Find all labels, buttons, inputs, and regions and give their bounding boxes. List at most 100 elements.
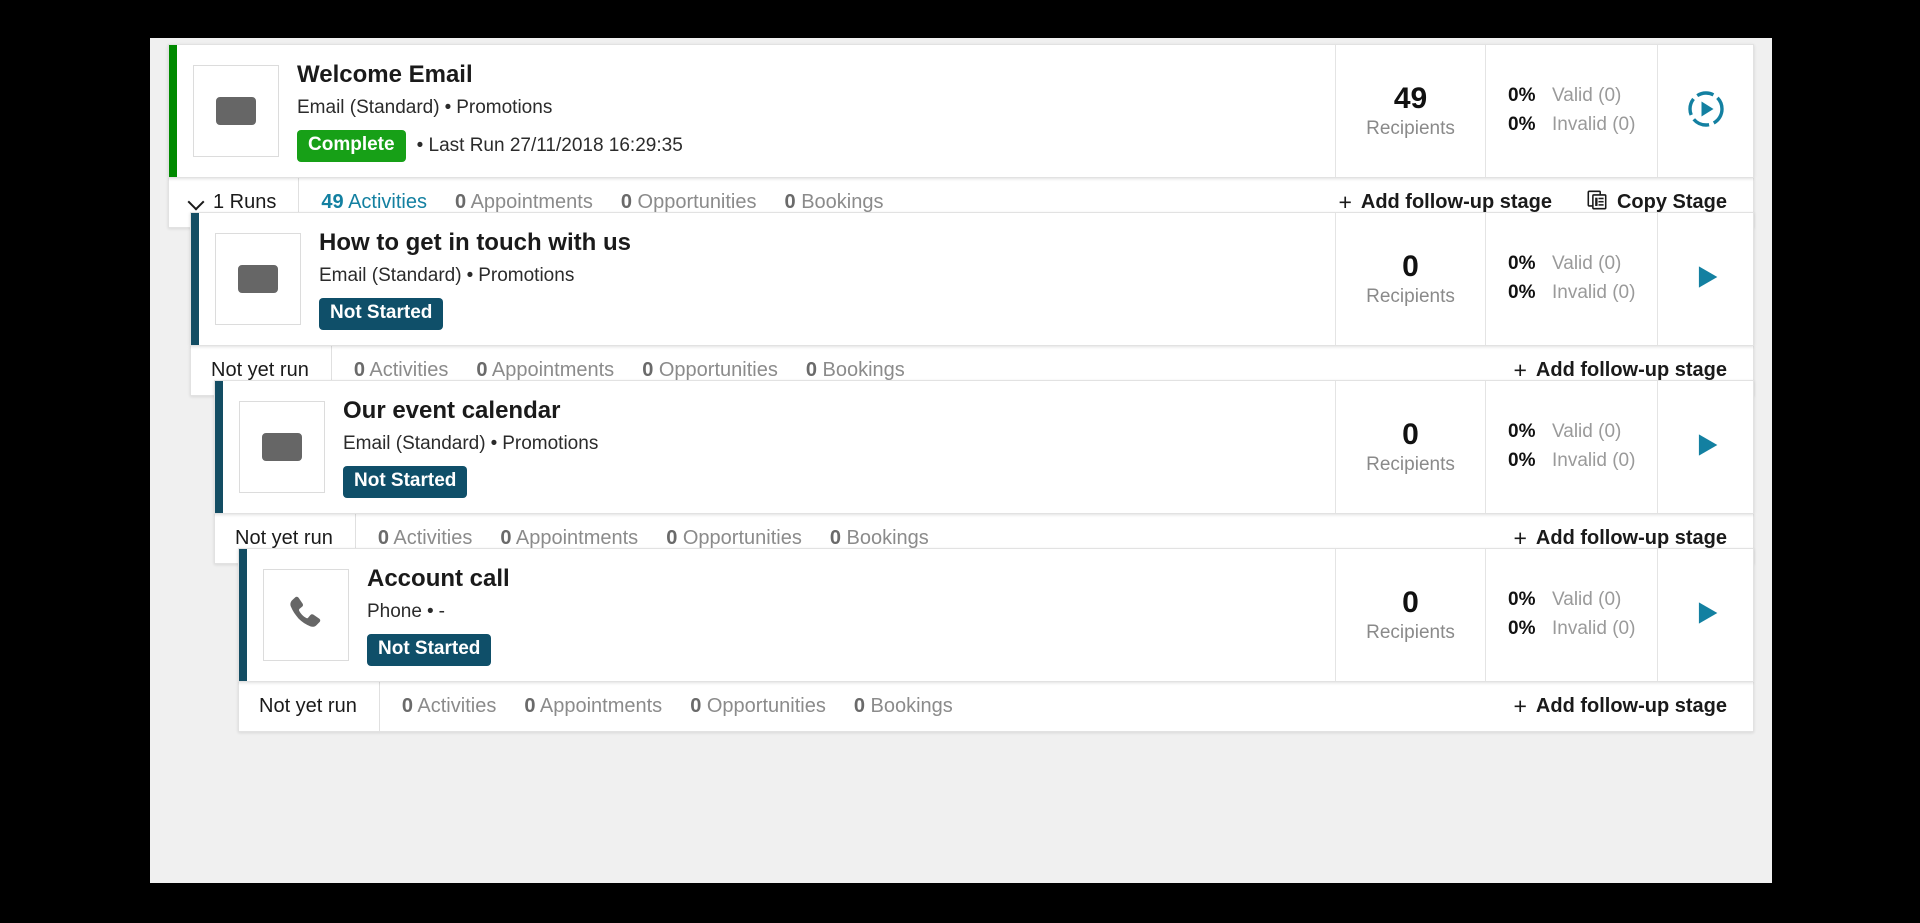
recipients-metric: 0 Recipients (1335, 381, 1485, 513)
tab-label: Appointments (539, 695, 663, 717)
invalid-label: Invalid (0) (1552, 282, 1636, 303)
recipients-count: 49 (1393, 82, 1428, 115)
stage-thumbnail (247, 549, 367, 681)
run-stage-button[interactable] (1657, 549, 1753, 681)
tab-activities[interactable]: 0 Activities (378, 527, 472, 550)
tab-activities[interactable]: 0 Activities (354, 359, 448, 382)
envelope-icon (239, 401, 325, 493)
tab-count: 0 (690, 695, 702, 717)
stage-category: Promotions (502, 433, 599, 455)
stage-channel: Email (Standard) (319, 265, 462, 287)
tab-label: Activities (417, 695, 497, 717)
tab-count: 0 (666, 527, 678, 549)
tab-label: Activities (348, 191, 427, 213)
tab-label: Appointments (491, 359, 615, 381)
run-stage-button[interactable] (1657, 45, 1753, 177)
valid-label: Valid (0) (1552, 421, 1622, 443)
invalid-percent: 0% (1508, 114, 1536, 135)
stage-info: Account call Phone • - Not Started (367, 549, 1335, 681)
stage-title: Our event calendar (343, 397, 561, 425)
invalid-row: 0% Invalid (0) (1508, 450, 1657, 473)
validity-metrics: 0% Valid (0) 0% Invalid (0) (1485, 45, 1657, 177)
tab-activities[interactable]: 49 Activities (321, 191, 427, 214)
tab-label: Appointments (470, 191, 593, 213)
stage-separator: • (426, 601, 434, 623)
tab-opportunities[interactable]: 0 Opportunities (690, 695, 826, 718)
plus-icon: + (1513, 693, 1527, 719)
stage-category: Promotions (478, 265, 575, 287)
stage-welcome-email: Welcome Email Email (Standard) • Promotions… (168, 44, 1754, 228)
add-follow-up-stage-button[interactable]: + Add follow-up stage (1513, 359, 1727, 382)
add-follow-up-stage-button[interactable]: + Add follow-up stage (1513, 695, 1727, 718)
recipients-metric: 0 Recipients (1335, 213, 1485, 345)
validity-metrics: 0% Valid (0) 0% Invalid (0) (1485, 549, 1657, 681)
tab-bookings[interactable]: 0 Bookings (785, 191, 884, 214)
play-icon[interactable] (1689, 428, 1723, 467)
valid-label: Valid (0) (1552, 85, 1622, 107)
stage-status-line: Not Started (319, 297, 1335, 330)
tab-appointments[interactable]: 0 Appointments (476, 359, 614, 382)
tab-count: 0 (401, 695, 413, 717)
play-icon[interactable] (1689, 260, 1723, 299)
valid-percent: 0% (1508, 589, 1536, 611)
invalid-row: 0% Invalid (0) (1508, 618, 1657, 641)
tab-appointments[interactable]: 0 Appointments (455, 191, 593, 214)
campaign-stages-page: Welcome Email Email (Standard) • Promotions… (150, 38, 1772, 883)
validity-metrics: 0% Valid (0) 0% Invalid (0) (1485, 213, 1657, 345)
tab-opportunities[interactable]: 0 Opportunities (621, 191, 757, 214)
runs-label: Not yet run (259, 695, 357, 717)
tab-bookings[interactable]: 0 Bookings (830, 527, 929, 550)
add-follow-up-stage-button[interactable]: + Add follow-up stage (1513, 527, 1727, 550)
run-stage-button[interactable] (1657, 381, 1753, 513)
stage-subtitle: Phone • - (367, 600, 1335, 624)
stage-subtitle: Email (Standard) • Promotions (319, 264, 1335, 288)
runs-label: 1 Runs (213, 191, 277, 213)
status-badge: Not Started (343, 465, 468, 498)
stage-channel: Phone (367, 601, 422, 623)
tab-label: Bookings (870, 695, 953, 717)
stage-accent-bar (191, 213, 199, 345)
play-icon[interactable] (1689, 596, 1723, 635)
tab-count: 0 (500, 527, 512, 549)
tab-label: Bookings (846, 527, 929, 549)
stage-card: Our event calendar Email (Standard) • Promo… (214, 380, 1754, 514)
stage-category: Promotions (456, 97, 553, 119)
stage-info: How to get in touch with us Email (Standa… (319, 213, 1335, 345)
tab-count: 0 (642, 359, 654, 381)
stage-subtitle: Email (Standard) • Promotions (297, 96, 1335, 120)
tab-opportunities[interactable]: 0 Opportunities (642, 359, 778, 382)
add-follow-up-stage-label: Add follow-up stage (1535, 359, 1727, 381)
valid-percent: 0% (1508, 421, 1536, 443)
run-stage-button[interactable] (1657, 213, 1753, 345)
play-progress-circle-icon[interactable] (1685, 88, 1727, 135)
envelope-icon (215, 233, 301, 325)
status-badge: Complete (297, 129, 406, 162)
tab-appointments[interactable]: 0 Appointments (524, 695, 662, 718)
envelope-icon (193, 65, 279, 157)
stage-channel: Email (Standard) (343, 433, 486, 455)
stage-info: Our event calendar Email (Standard) • Promo… (343, 381, 1335, 513)
stage-our-event-calendar: Our event calendar Email (Standard) • Promo… (214, 380, 1754, 564)
stage-status-line: Not Started (343, 465, 1335, 498)
copy-stage-label: Copy Stage (1616, 191, 1727, 213)
recipients-count: 0 (1402, 418, 1419, 451)
stage-thumbnail (223, 381, 343, 513)
chevron-down-icon[interactable] (189, 196, 203, 210)
tab-count: 0 (805, 359, 817, 381)
recipients-label: Recipients (1366, 286, 1455, 307)
stage-accent-bar (239, 549, 247, 681)
tab-count: 0 (620, 191, 632, 213)
tab-bookings[interactable]: 0 Bookings (806, 359, 905, 382)
runs-label: Not yet run (211, 359, 309, 381)
tab-bookings[interactable]: 0 Bookings (854, 695, 953, 718)
invalid-label: Invalid (0) (1552, 450, 1636, 471)
tab-label: Activities (393, 527, 473, 549)
tab-count: 0 (784, 191, 796, 213)
valid-row: 0% Valid (0) (1508, 589, 1657, 612)
tab-activities[interactable]: 0 Activities (402, 695, 496, 718)
recipients-label: Recipients (1366, 454, 1455, 475)
stage-title: How to get in touch with us (319, 229, 631, 257)
tab-opportunities[interactable]: 0 Opportunities (666, 527, 802, 550)
tab-appointments[interactable]: 0 Appointments (500, 527, 638, 550)
add-follow-up-stage-button[interactable]: + Add follow-up stage (1338, 191, 1552, 214)
